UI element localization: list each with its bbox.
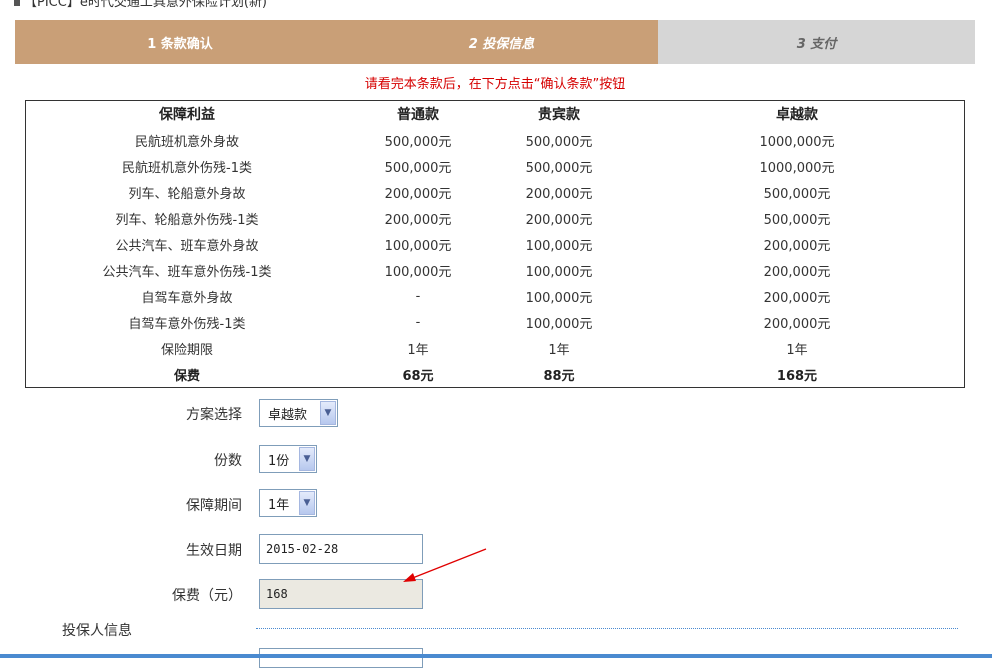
benefits-table: 保障利益 普通款 贵宾款 卓越款 民航班机意外身故 500,000元 500,000…: [25, 100, 965, 388]
table-cell: 列车、轮船意外身故: [128, 186, 246, 202]
table-cell: 200,000元: [763, 316, 831, 332]
table-cell: 保费: [173, 368, 200, 384]
step-progress-bar: 1 条款确认 2 投保信息 3 支付: [15, 20, 975, 64]
premium-row: 保费 68元 88元 168元: [26, 361, 964, 387]
table-cell: 500,000元: [384, 134, 452, 150]
table-cell: 500,000元: [384, 160, 452, 176]
table-cell: 1年: [548, 342, 570, 358]
table-cell: 公共汽车、班车意外身故: [115, 238, 259, 254]
table-cell: 200,000元: [525, 186, 593, 202]
table-cell: 列车、轮船意外伤残-1类: [115, 212, 259, 228]
table-header-row: 保障利益 普通款 贵宾款 卓越款: [26, 101, 964, 127]
table-cell: 168元: [776, 368, 818, 384]
table-cell: 500,000元: [525, 134, 593, 150]
premium-label: 保费（元）: [172, 588, 242, 604]
copies-label: 份数: [214, 453, 242, 469]
plan-select-value: 卓越款: [268, 407, 308, 423]
annotation-arrow-head: [403, 573, 416, 582]
applicant-input[interactable]: [259, 648, 423, 668]
table-cell: 民航班机意外身故: [134, 134, 239, 150]
header-basic: 普通款: [397, 107, 439, 123]
copies-select-value: 1份: [268, 453, 290, 469]
annotation-arrow-icon: [403, 548, 487, 582]
terms-notice: 请看完本条款后，在下方点击“确认条款”按钮: [364, 77, 626, 92]
table-row: 自驾车意外身故 - 100,000元 200,000元: [26, 283, 964, 309]
table-row: 民航班机意外伤残-1类 500,000元 500,000元 1000,000元: [26, 153, 964, 179]
table-cell: 200,000元: [525, 212, 593, 228]
table-cell: 100,000元: [525, 238, 593, 254]
table-cell: 500,000元: [763, 212, 831, 228]
table-cell: 1年: [786, 342, 808, 358]
table-row: 列车、轮船意外伤残-1类 200,000元 200,000元 500,000元: [26, 205, 964, 231]
table-cell: 500,000元: [763, 186, 831, 202]
page-title: 【PICC】e时代交通工具意外保险计划(新): [14, 0, 267, 10]
table-cell: 88元: [543, 368, 575, 384]
table-cell: 1000,000元: [759, 160, 835, 176]
step-terms-confirm: 1 条款确认: [15, 20, 345, 64]
table-cell: 保险期限: [160, 342, 213, 358]
table-cell: 200,000元: [763, 238, 831, 254]
table-cell: 200,000元: [384, 212, 452, 228]
header-benefit: 保障利益: [159, 107, 215, 123]
table-cell: 自驾车意外身故: [141, 290, 233, 306]
table-cell: 100,000元: [384, 264, 452, 280]
period-label: 保障期间: [186, 498, 242, 514]
copies-select[interactable]: 1份 ▼: [259, 445, 317, 473]
step-payment: 3 支付: [658, 20, 975, 64]
table-row: 公共汽车、班车意外身故 100,000元 100,000元 200,000元: [26, 231, 964, 257]
plan-label: 方案选择: [186, 407, 242, 423]
table-cell: -: [415, 314, 421, 330]
bullet-icon: [14, 0, 20, 6]
table-cell: 自驾车意外伤残-1类: [128, 316, 246, 332]
table-cell: 100,000元: [525, 290, 593, 306]
table-cell: -: [415, 288, 421, 304]
table-cell: 100,000元: [384, 238, 452, 254]
table-cell: 100,000元: [525, 316, 593, 332]
table-cell: 200,000元: [763, 290, 831, 306]
step-insurance-info: 2 投保信息: [345, 20, 658, 64]
period-select-value: 1年: [268, 497, 290, 513]
table-cell: 100,000元: [525, 264, 593, 280]
annotation-arrow-line: [409, 548, 487, 580]
header-vip: 贵宾款: [538, 107, 580, 123]
applicant-info-heading: 投保人信息: [62, 623, 132, 639]
table-row: 民航班机意外身故 500,000元 500,000元 1000,000元: [26, 127, 964, 153]
table-cell: 200,000元: [763, 264, 831, 280]
period-select[interactable]: 1年 ▼: [259, 489, 317, 517]
table-cell: 68元: [402, 368, 434, 384]
table-cell: 1年: [407, 342, 429, 358]
table-row: 自驾车意外伤残-1类 - 100,000元 200,000元: [26, 309, 964, 335]
dropdown-arrow-icon[interactable]: ▼: [299, 447, 315, 471]
section-divider: [256, 628, 958, 629]
dropdown-arrow-icon[interactable]: ▼: [299, 491, 315, 515]
table-cell: 1000,000元: [759, 134, 835, 150]
table-cell: 500,000元: [525, 160, 593, 176]
table-row: 公共汽车、班车意外伤残-1类 100,000元 100,000元 200,000元: [26, 257, 964, 283]
table-row: 保险期限 1年 1年 1年: [26, 335, 964, 361]
plan-select[interactable]: 卓越款 ▼: [259, 399, 338, 427]
table-cell: 民航班机意外伤残-1类: [122, 160, 252, 176]
bottom-border: [0, 654, 992, 658]
table-cell: 200,000元: [384, 186, 452, 202]
table-row: 列车、轮船意外身故 200,000元 200,000元 500,000元: [26, 179, 964, 205]
table-cell: 公共汽车、班车意外伤残-1类: [102, 264, 272, 280]
dropdown-arrow-icon[interactable]: ▼: [320, 401, 336, 425]
header-premium-plan: 卓越款: [776, 107, 818, 123]
start-date-label: 生效日期: [186, 543, 242, 559]
